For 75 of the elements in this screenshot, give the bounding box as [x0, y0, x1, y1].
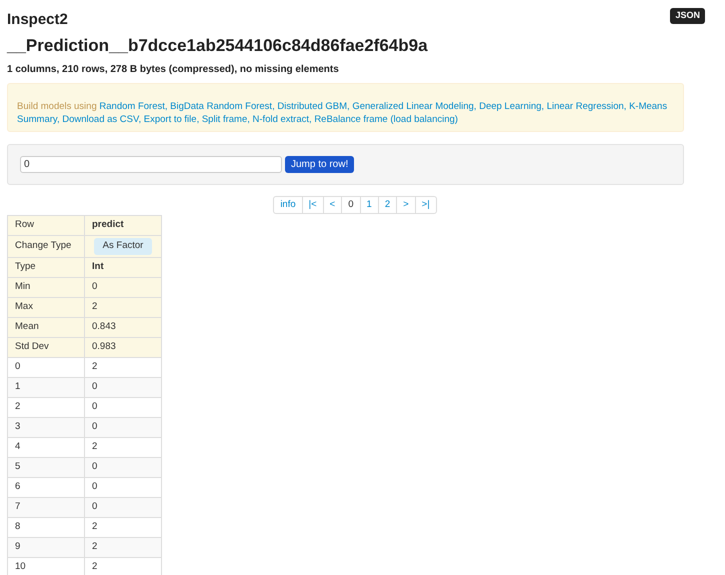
page-link[interactable]: 1: [360, 197, 378, 213]
link-separator: ,: [196, 114, 200, 125]
table-cell: 3: [8, 418, 84, 438]
table-cell: Mean: [8, 318, 84, 338]
page-link[interactable]: <: [322, 197, 342, 213]
page-link[interactable]: >|: [414, 197, 436, 213]
table-cell: 8: [8, 518, 84, 538]
as-factor-button[interactable]: As Factor: [94, 238, 152, 255]
table-cell: 0: [84, 418, 162, 438]
table-cell: 2: [84, 558, 162, 575]
table-cell: 0.843: [84, 318, 162, 338]
table-cell: 6: [8, 478, 84, 498]
action-link[interactable]: Export to file: [144, 114, 197, 125]
table-cell: 0: [84, 498, 162, 518]
build-models-label: Build models using: [17, 101, 97, 112]
page-link[interactable]: info: [274, 197, 302, 213]
table-cell: 0: [84, 378, 162, 398]
row-number-field[interactable]: 0: [20, 156, 282, 173]
link-separator: ,: [272, 101, 275, 112]
jump-to-row-button[interactable]: Jump to row!: [285, 156, 354, 173]
table-cell: 2: [84, 538, 162, 558]
model-link[interactable]: Distributed GBM: [277, 101, 348, 112]
action-link[interactable]: Split frame: [202, 114, 248, 125]
table-cell: 0: [84, 478, 162, 498]
table-cell: 5: [8, 458, 84, 478]
table-cell: 1: [8, 378, 84, 398]
link-separator: ,: [309, 114, 312, 125]
table-cell: 0.983: [84, 338, 162, 358]
model-link[interactable]: BigData Random Forest: [170, 101, 272, 112]
table-cell: 10: [8, 558, 84, 575]
table-cell: Type: [8, 258, 84, 278]
table-cell: 4: [8, 438, 84, 458]
table-cell: Max: [8, 298, 84, 318]
table-cell: 0: [8, 358, 84, 378]
page-link[interactable]: |<: [302, 197, 323, 213]
frame-summary: 1 columns, 210 rows, 278 B bytes (compressed), no missing elements: [7, 63, 340, 77]
frame-name: __Prediction__b7dcce1ab2544106c84d86fae2f64b9a: [7, 35, 429, 57]
link-separator: ,: [247, 114, 250, 125]
action-link[interactable]: ReBalance frame (load balancing): [314, 114, 458, 125]
table-cell: 2: [8, 398, 84, 418]
link-separator: ,: [138, 114, 142, 125]
page-link[interactable]: 2: [378, 197, 396, 213]
model-link[interactable]: Linear Regression: [546, 101, 624, 112]
table-cell: Std Dev: [8, 338, 84, 358]
table-cell: 2: [84, 358, 162, 378]
model-link[interactable]: Generalized Linear Modeling: [352, 101, 474, 112]
table-cell: 2: [84, 438, 162, 458]
link-separator: ,: [164, 101, 168, 112]
table-cell: 0: [84, 458, 162, 478]
column-header: predict: [84, 216, 162, 236]
model-link[interactable]: K-Means: [629, 101, 668, 112]
action-link[interactable]: Download as CSV: [62, 114, 138, 125]
table-cell: 0: [84, 398, 162, 418]
table-cell: 2: [84, 518, 162, 538]
action-link[interactable]: N-fold extract: [252, 114, 310, 125]
table-cell: Row: [8, 216, 84, 236]
link-separator: ,: [474, 101, 476, 112]
table-cell: Int: [84, 258, 162, 278]
link-separator: ,: [624, 101, 626, 112]
link-separator: ,: [541, 101, 544, 112]
table-cell: 9: [8, 538, 84, 558]
table-cell: 7: [8, 498, 84, 518]
link-separator: ,: [56, 114, 60, 125]
page-link[interactable]: 0: [341, 197, 360, 213]
model-link[interactable]: Deep Learning: [479, 101, 542, 112]
table-cell: 0: [84, 278, 162, 298]
page-link[interactable]: >: [396, 197, 415, 213]
model-link[interactable]: Random Forest: [99, 101, 165, 112]
page-title: Inspect2: [7, 10, 68, 30]
table-cell: 2: [84, 298, 162, 318]
json-badge[interactable]: JSON: [670, 8, 705, 24]
action-link[interactable]: Summary: [17, 114, 57, 125]
table-cell: Change Type: [8, 236, 84, 258]
link-separator: ,: [347, 101, 350, 112]
table-cell: Min: [8, 278, 84, 298]
